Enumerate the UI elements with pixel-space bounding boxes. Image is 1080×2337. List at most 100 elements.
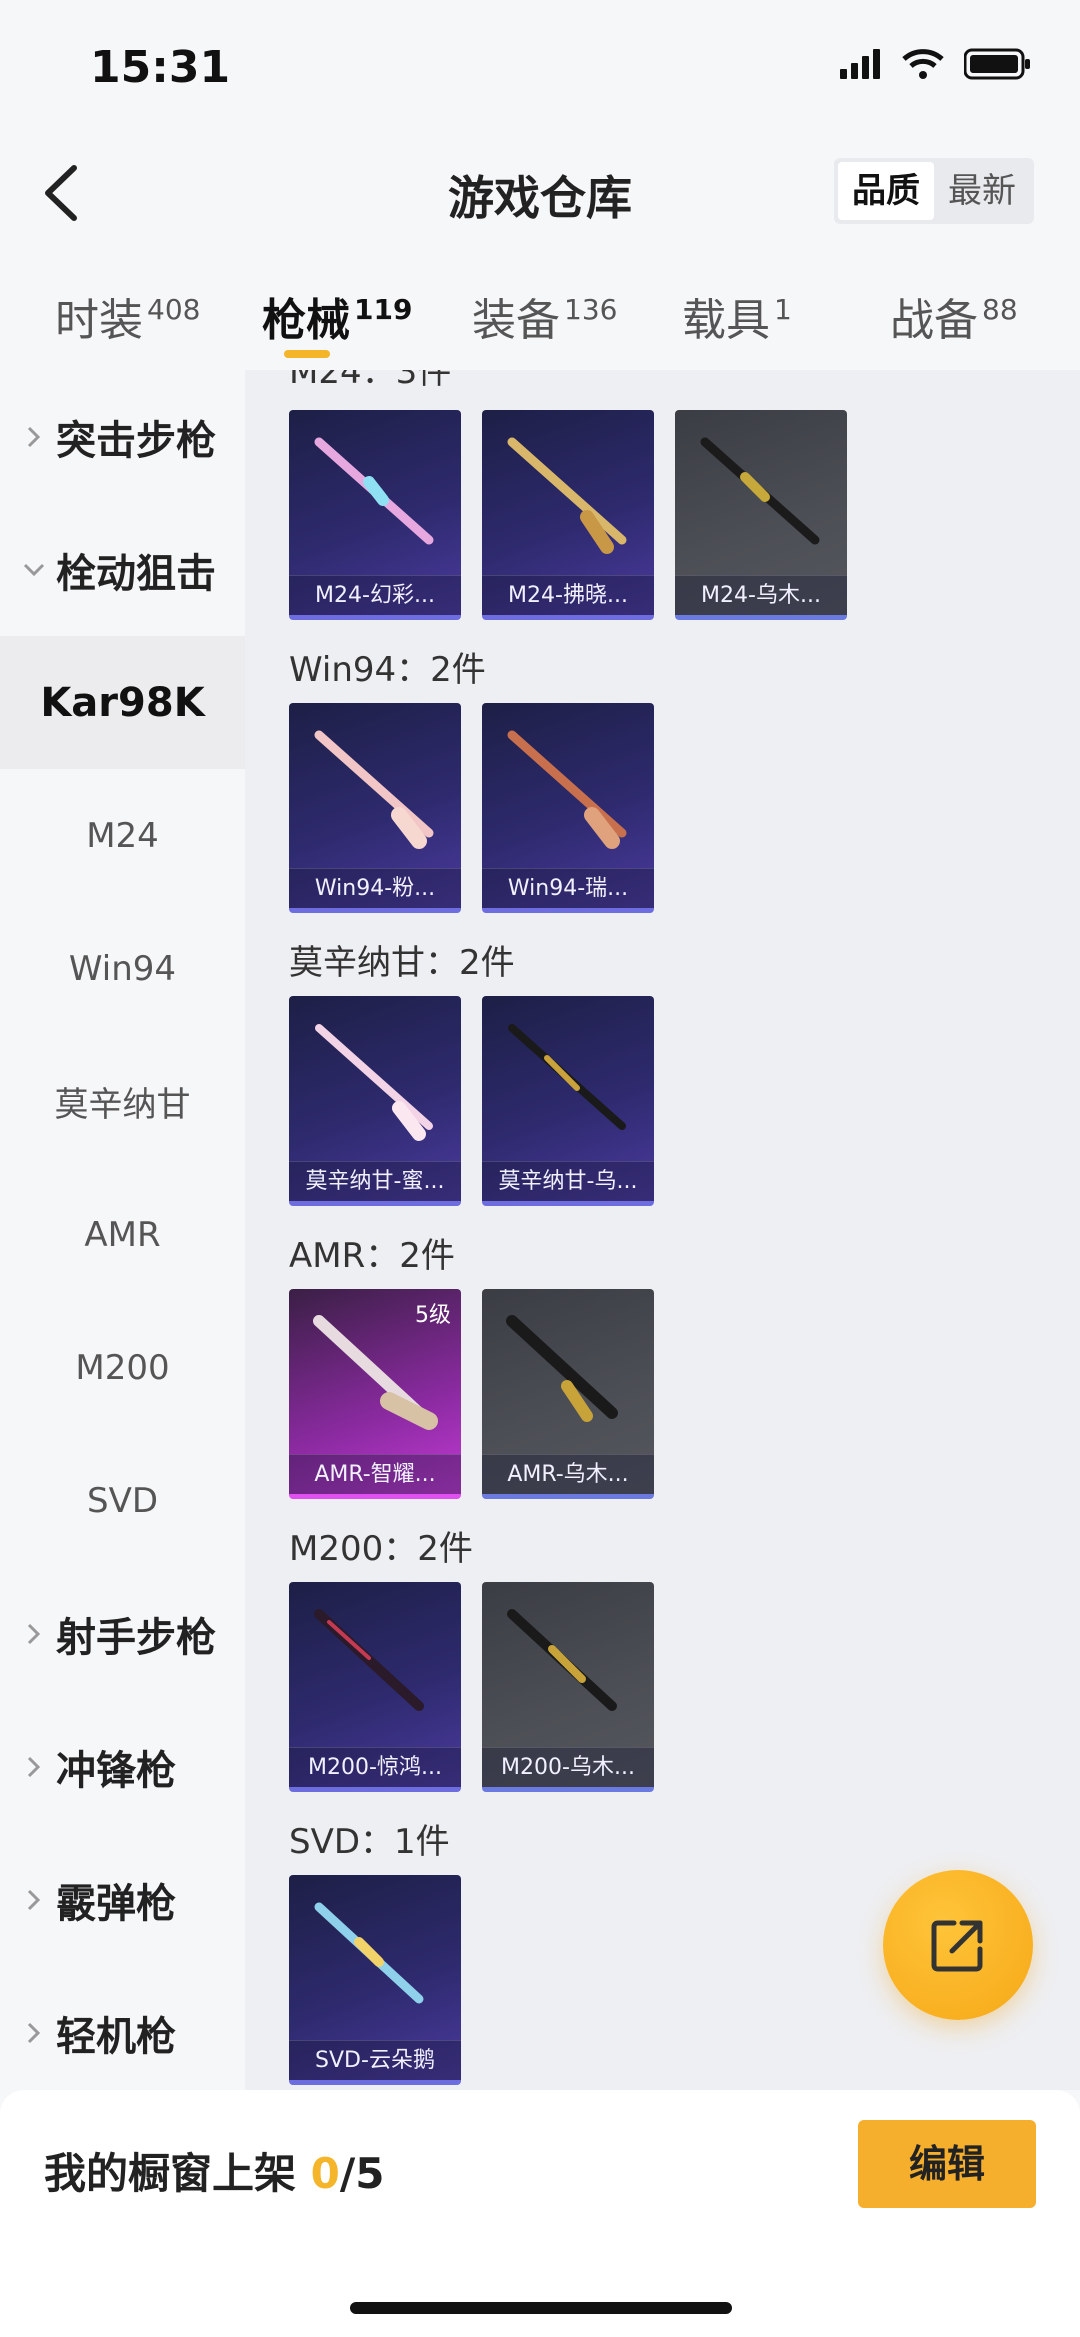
- weapon-card[interactable]: SVD-云朵鹅: [289, 1875, 461, 2085]
- tab-equipment[interactable]: 装备 136: [472, 284, 617, 348]
- showcase-total: /5: [339, 2149, 385, 2198]
- share-floating-button[interactable]: [883, 1870, 1033, 2020]
- tab-weapons[interactable]: 枪械 119: [262, 284, 412, 348]
- sidebar-item-lmgs[interactable]: 轻机枪: [0, 1966, 245, 2099]
- showcase-status: 我的橱窗上架 0/5: [44, 2140, 384, 2201]
- group-title-win94: Win94：2件: [289, 650, 486, 690]
- group-title-amr: AMR：2件: [289, 1236, 455, 1276]
- sidebar-item-bolt-action-snipers[interactable]: 栓动狙击: [0, 503, 245, 636]
- rifle-skin-icon: [313, 1315, 438, 1430]
- rifle-skin-icon: [506, 1315, 618, 1422]
- sidebar-item-marksman-rifles[interactable]: 射手步枪: [0, 1567, 245, 1700]
- rifle-skin-icon: [507, 1609, 617, 1711]
- tab-supplies[interactable]: 战备 88: [890, 284, 1018, 348]
- sidebar-item-label: 栓动狙击: [56, 550, 216, 597]
- cellular-signal-icon: [840, 49, 880, 79]
- rifle-skin-icon: [508, 1024, 626, 1130]
- sidebar-item-label: 突击步枪: [56, 417, 216, 464]
- sidebar-item-mosin-nagant[interactable]: 莫辛纳甘: [0, 1035, 245, 1168]
- rifle-skin-icon: [314, 437, 434, 545]
- weapon-card-name: M24-幻彩...: [289, 575, 461, 615]
- home-indicator: [350, 2302, 732, 2314]
- chevron-right-icon: [27, 1889, 41, 1910]
- sidebar-item-smgs[interactable]: 冲锋枪: [0, 1700, 245, 1833]
- sidebar-item-m24[interactable]: M24: [0, 769, 245, 902]
- sidebar-item-kar98k[interactable]: Kar98K: [0, 636, 245, 769]
- active-tab-indicator: [284, 350, 330, 358]
- weapon-card-name: 莫辛纳甘-乌...: [482, 1161, 654, 1201]
- weapon-card[interactable]: M24-拂晓...: [482, 410, 654, 620]
- weapon-card[interactable]: M200-惊鸿...: [289, 1582, 461, 1792]
- group-title-m24: M24：3件: [289, 370, 452, 392]
- sidebar-item-m200[interactable]: M200: [0, 1301, 245, 1434]
- tab-count: 408: [147, 293, 201, 327]
- group-title-svd: SVD：1件: [289, 1822, 450, 1862]
- sidebar-item-label: 冲锋枪: [56, 1747, 176, 1794]
- weapon-card[interactable]: Win94-粉...: [289, 703, 461, 913]
- tab-label: 战备: [890, 295, 978, 346]
- chevron-right-icon: [27, 1623, 41, 1644]
- weapon-card[interactable]: AMR-乌木...: [482, 1289, 654, 1499]
- navigation-bar: 游戏仓库 品质 最新: [0, 140, 1080, 250]
- chevron-down-icon: [23, 563, 45, 576]
- share-external-icon: [931, 1920, 983, 1972]
- rifle-skin-icon: [314, 730, 434, 849]
- weapon-card[interactable]: Win94-瑞...: [482, 703, 654, 913]
- sidebar-item-label: 射手步枪: [56, 1614, 216, 1661]
- battery-icon: [964, 48, 1030, 80]
- rifle-skin-icon: [507, 730, 627, 849]
- weapon-card-name: M200-惊鸿...: [289, 1747, 461, 1787]
- weapon-card-name: Win94-粉...: [289, 868, 461, 908]
- showcase-bar: 我的橱窗上架 0/5 编辑: [0, 2090, 1080, 2337]
- tab-count: 136: [564, 293, 618, 327]
- sort-quality-option[interactable]: 品质: [838, 162, 934, 220]
- sidebar-item-win94[interactable]: Win94: [0, 902, 245, 1035]
- tab-label: 时装: [55, 295, 143, 346]
- rifle-skin-icon: [314, 1902, 424, 2004]
- chevron-right-icon: [27, 1756, 41, 1777]
- weapon-card-name: AMR-智耀...: [289, 1454, 461, 1494]
- weapon-card-name: 莫辛纳甘-蜜...: [289, 1161, 461, 1201]
- group-title-m200: M200：2件: [289, 1529, 473, 1569]
- tab-outfits[interactable]: 时装 408: [55, 284, 200, 348]
- edit-button[interactable]: 编辑: [858, 2120, 1036, 2208]
- weapon-card[interactable]: M24-乌木...: [675, 410, 847, 620]
- tab-count: 119: [354, 293, 413, 327]
- tab-count: 88: [982, 293, 1018, 327]
- weapon-card-name: M200-乌木...: [482, 1747, 654, 1787]
- weapon-card[interactable]: M200-乌木...: [482, 1582, 654, 1792]
- weapon-card-name: M24-拂晓...: [482, 575, 654, 615]
- weapon-card[interactable]: 莫辛纳甘-蜜...: [289, 996, 461, 1206]
- sidebar-item-amr[interactable]: AMR: [0, 1168, 245, 1301]
- tab-count: 1: [774, 293, 792, 327]
- weapon-card-name: SVD-云朵鹅: [289, 2040, 461, 2080]
- sidebar-item-shotguns[interactable]: 霰弹枪: [0, 1833, 245, 1966]
- wifi-icon: [902, 49, 944, 79]
- sidebar-item-label: 霰弹枪: [56, 1880, 176, 1927]
- status-icons: [840, 48, 1032, 80]
- sidebar-item-assault-rifles[interactable]: 突击步枪: [0, 370, 245, 503]
- weapon-card[interactable]: 莫辛纳甘-乌...: [482, 996, 654, 1206]
- sort-toggle: 品质 最新: [834, 158, 1034, 224]
- sort-latest-option[interactable]: 最新: [934, 162, 1030, 220]
- weapon-card-name: AMR-乌木...: [482, 1454, 654, 1494]
- chevron-right-icon: [27, 2022, 41, 2043]
- chevron-right-icon: [27, 426, 41, 447]
- tab-label: 装备: [472, 295, 560, 346]
- sidebar-item-svd[interactable]: SVD: [0, 1434, 245, 1567]
- status-bar: 15:31: [0, 0, 1080, 130]
- weapon-category-sidebar: 突击步枪 栓动狙击 Kar98K M24 Win94 莫辛纳甘 AMR M200…: [0, 370, 245, 2090]
- tab-vehicles[interactable]: 载具 1: [682, 284, 792, 348]
- rifle-skin-icon: [507, 437, 627, 554]
- status-time: 15:31: [90, 42, 231, 93]
- showcase-label: 我的橱窗上架: [44, 2149, 311, 2198]
- category-tabs: 时装 408 枪械 119 装备 136 载具 1 战备 88: [0, 270, 1080, 370]
- showcase-current-count: 0: [310, 2149, 340, 2198]
- group-title-mosin-nagant: 莫辛纳甘：2件: [289, 943, 515, 983]
- tab-label: 枪械: [262, 295, 350, 346]
- weapon-card[interactable]: M24-幻彩...: [289, 410, 461, 620]
- sidebar-item-label: 轻机枪: [56, 2013, 176, 2060]
- weapon-skin-list[interactable]: M24：3件 M24-幻彩... M24-拂晓... M24-乌木... Win…: [245, 370, 1080, 2090]
- rifle-skin-icon: [315, 1024, 433, 1141]
- weapon-card[interactable]: 5级 AMR-智耀...: [289, 1289, 461, 1499]
